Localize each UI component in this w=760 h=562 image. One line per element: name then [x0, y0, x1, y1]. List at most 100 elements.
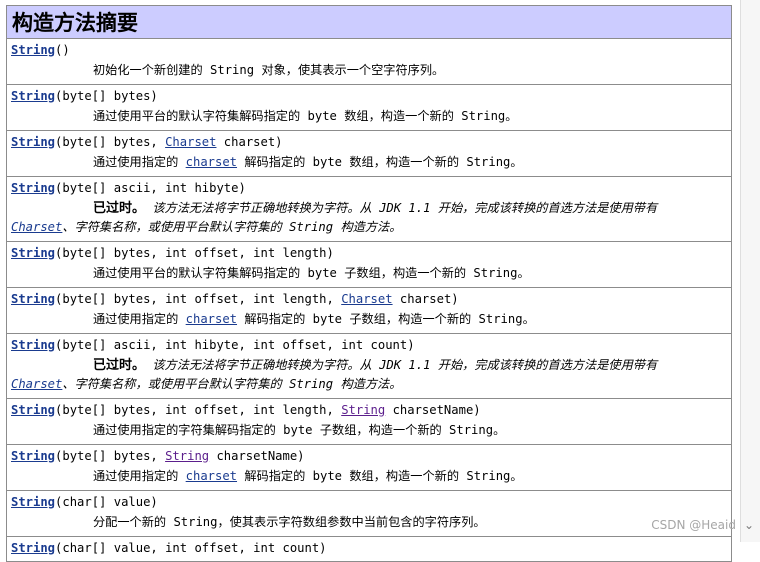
constructor-description: 通过使用指定的字符集解码指定的 byte 子数组，构造一个新的 String。 — [11, 421, 727, 439]
description-text: 该方法无法将字节正确地转换为字符。从 JDK 1.1 开始，完成该转换的首选方法… — [145, 201, 658, 215]
signature-text: (byte[] bytes, int offset, int length, — [55, 403, 342, 417]
constructor-description: 通过使用平台的默认字符集解码指定的 byte 数组，构造一个新的 String。 — [11, 107, 727, 125]
constructor-row: String(byte[] ascii, int hibyte) 已过时。 该方法… — [6, 176, 732, 242]
description-link[interactable]: charset — [186, 469, 237, 483]
signature-text: charset) — [392, 292, 459, 306]
type-link[interactable]: String — [165, 449, 209, 463]
chevron-down-icon: ⌄ — [743, 518, 754, 532]
description-text: 初始化一个新创建的 String 对象，使其表示一个空字符序列。 — [93, 63, 445, 77]
description-link[interactable]: charset — [186, 312, 237, 326]
constructor-cell: String(byte[] bytes, int offset, int len… — [6, 287, 732, 334]
constructor-link[interactable]: String — [11, 89, 55, 103]
constructor-row: String(byte[] bytes, int offset, int len… — [6, 287, 732, 334]
description-link[interactable]: Charset — [11, 377, 62, 391]
signature-text: (byte[] bytes, int offset, int length) — [55, 246, 334, 260]
constructor-cell: String(byte[] bytes, int offset, int len… — [6, 398, 732, 445]
constructor-link[interactable]: String — [11, 449, 55, 463]
description-text: 通过使用指定的 — [93, 155, 186, 169]
csdn-watermark: CSDN @Heaid — [651, 518, 736, 532]
constructor-description: 分配一个新的 String，使其表示字符数组参数中当前包含的字符序列。 — [11, 513, 727, 531]
summary-header-row: 构造方法摘要 — [6, 5, 732, 39]
signature-text: (byte[] bytes, — [55, 135, 166, 149]
deprecated-label: 已过时。 — [93, 358, 146, 373]
vertical-scrollbar[interactable] — [740, 0, 760, 542]
signature-text: () — [55, 43, 70, 57]
constructor-cell: String(byte[] ascii, int hibyte) 已过时。 该方法… — [6, 176, 732, 242]
constructor-signature: String() — [11, 42, 727, 58]
constructor-cell: String(byte[] bytes, Charset charset) 通过使… — [6, 130, 732, 177]
constructor-signature: String(byte[] ascii, int hibyte) — [11, 180, 727, 196]
constructor-cell: String(char[] value, int offset, int cou… — [6, 536, 732, 562]
type-link[interactable]: String — [341, 403, 385, 417]
signature-text: charsetName) — [385, 403, 481, 417]
constructor-signature: String(byte[] ascii, int hibyte, int off… — [11, 337, 727, 353]
signature-text: (byte[] bytes, int offset, int length, — [55, 292, 342, 306]
constructor-link[interactable]: String — [11, 181, 55, 195]
constructor-link[interactable]: String — [11, 338, 55, 352]
constructor-signature: String(char[] value, int offset, int cou… — [11, 540, 727, 556]
description-text: 解码指定的 byte 数组，构造一个新的 String。 — [237, 469, 523, 483]
description-text: 解码指定的 byte 子数组，构造一个新的 String。 — [237, 312, 535, 326]
constructor-description: 已过时。 该方法无法将字节正确地转换为字符。从 JDK 1.1 开始，完成该转换… — [11, 356, 727, 393]
constructor-row: String() 初始化一个新创建的 String 对象，使其表示一个空字符序列。 — [6, 38, 732, 85]
constructor-link[interactable]: String — [11, 403, 55, 417]
constructor-row: String(byte[] bytes, Charset charset) 通过使… — [6, 130, 732, 177]
constructor-signature: String(byte[] bytes, String charsetName) — [11, 448, 727, 464]
constructor-cell: String(byte[] ascii, int hibyte, int off… — [6, 333, 732, 399]
description-text: 、字符集名称，或使用平台默认字符集的 String 构造方法。 — [62, 377, 402, 391]
deprecated-label: 已过时。 — [93, 201, 146, 216]
constructor-cell: String(byte[] bytes) 通过使用平台的默认字符集解码指定的 by… — [6, 84, 732, 131]
constructor-link[interactable]: String — [11, 541, 55, 555]
description-text: 通过使用平台的默认字符集解码指定的 byte 数组，构造一个新的 String。 — [93, 109, 518, 123]
constructor-description: 通过使用指定的 charset 解码指定的 byte 数组，构造一个新的 Str… — [11, 153, 727, 171]
type-link[interactable]: Charset — [165, 135, 216, 149]
summary-title: 构造方法摘要 — [6, 5, 732, 39]
constructor-link[interactable]: String — [11, 495, 55, 509]
constructor-row: String(char[] value) 分配一个新的 String，使其表示字符… — [6, 490, 732, 537]
signature-text: charsetName) — [209, 449, 305, 463]
constructor-cell: String() 初始化一个新创建的 String 对象，使其表示一个空字符序列。 — [6, 38, 732, 85]
constructor-row: String(byte[] bytes, int offset, int len… — [6, 241, 732, 288]
constructor-cell: String(byte[] bytes, int offset, int len… — [6, 241, 732, 288]
constructor-row: String(byte[] bytes, String charsetName)… — [6, 444, 732, 491]
constructor-signature: String(byte[] bytes, int offset, int len… — [11, 245, 727, 261]
description-text: 、字符集名称，或使用平台默认字符集的 String 构造方法。 — [62, 220, 402, 234]
constructor-link[interactable]: String — [11, 246, 55, 260]
description-link[interactable]: Charset — [11, 220, 62, 234]
constructor-description: 初始化一个新创建的 String 对象，使其表示一个空字符序列。 — [11, 61, 727, 79]
description-text: 通过使用指定的 — [93, 312, 186, 326]
constructor-link[interactable]: String — [11, 43, 55, 57]
constructor-row: String(char[] value, int offset, int cou… — [6, 536, 732, 562]
description-text: 通过使用平台的默认字符集解码指定的 byte 子数组，构造一个新的 String… — [93, 266, 530, 280]
description-text: 通过使用指定的字符集解码指定的 byte 子数组，构造一个新的 String。 — [93, 423, 506, 437]
constructor-signature: String(byte[] bytes, int offset, int len… — [11, 291, 727, 307]
constructor-cell: String(char[] value) 分配一个新的 String，使其表示字符… — [6, 490, 732, 537]
constructor-row: String(byte[] ascii, int hibyte, int off… — [6, 333, 732, 399]
constructor-description: 通过使用平台的默认字符集解码指定的 byte 子数组，构造一个新的 String… — [11, 264, 727, 282]
constructor-row: String(byte[] bytes) 通过使用平台的默认字符集解码指定的 by… — [6, 84, 732, 131]
signature-text: charset) — [216, 135, 283, 149]
constructor-signature: String(byte[] bytes) — [11, 88, 727, 104]
signature-text: (char[] value, int offset, int count) — [55, 541, 327, 555]
signature-text: (byte[] ascii, int hibyte, int offset, i… — [55, 338, 415, 352]
signature-text: (byte[] ascii, int hibyte) — [55, 181, 246, 195]
constructor-description: 通过使用指定的 charset 解码指定的 byte 数组，构造一个新的 Str… — [11, 467, 727, 485]
type-link[interactable]: Charset — [341, 292, 392, 306]
constructor-row: String(byte[] bytes, int offset, int len… — [6, 398, 732, 445]
description-text: 分配一个新的 String，使其表示字符数组参数中当前包含的字符序列。 — [93, 515, 486, 529]
constructor-link[interactable]: String — [11, 135, 55, 149]
constructor-description: 通过使用指定的 charset 解码指定的 byte 子数组，构造一个新的 St… — [11, 310, 727, 328]
constructor-signature: String(char[] value) — [11, 494, 727, 510]
description-text: 解码指定的 byte 数组，构造一个新的 String。 — [237, 155, 523, 169]
signature-text: (byte[] bytes) — [55, 89, 158, 103]
description-text: 该方法无法将字节正确地转换为字符。从 JDK 1.1 开始，完成该转换的首选方法… — [145, 358, 658, 372]
constructor-link[interactable]: String — [11, 292, 55, 306]
signature-text: (char[] value) — [55, 495, 158, 509]
constructor-description: 已过时。 该方法无法将字节正确地转换为字符。从 JDK 1.1 开始，完成该转换… — [11, 199, 727, 236]
constructor-summary-table: 构造方法摘要 String() 初始化一个新创建的 String 对象，使其表示一… — [6, 5, 732, 562]
constructor-signature: String(byte[] bytes, int offset, int len… — [11, 402, 727, 418]
signature-text: (byte[] bytes, — [55, 449, 166, 463]
constructor-signature: String(byte[] bytes, Charset charset) — [11, 134, 727, 150]
description-link[interactable]: charset — [186, 155, 237, 169]
description-text: 通过使用指定的 — [93, 469, 186, 483]
